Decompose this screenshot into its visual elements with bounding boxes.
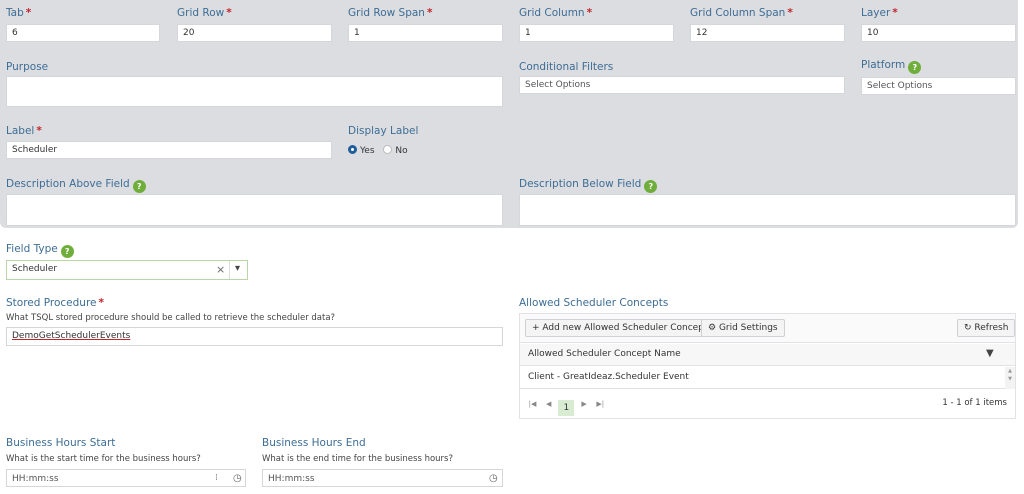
grid-header: Allowed Scheduler Concept Name ▼ xyxy=(520,344,1015,366)
platform-help-icon[interactable]: ? xyxy=(908,61,922,74)
gear-icon: ⚙ xyxy=(708,323,719,333)
prev-page-icon[interactable]: ◀ xyxy=(542,400,555,408)
table-row[interactable]: Client - GreatIdeaz.Scheduler Event xyxy=(520,367,1005,389)
grid-scrollbar[interactable]: ▲ ▼ xyxy=(1005,367,1015,389)
purpose-textarea[interactable] xyxy=(6,76,503,107)
layer-input[interactable]: 10 xyxy=(861,24,1016,42)
grid-row-span-label: Grid Row Span * xyxy=(348,7,433,19)
next-page-icon[interactable]: ▶ xyxy=(578,400,591,408)
grid-row-input[interactable]: 20 xyxy=(177,24,332,42)
grid-column-span-label: Grid Column Span * xyxy=(690,7,793,19)
grid-row-span-input[interactable]: 1 xyxy=(348,24,503,42)
layer-label: Layer * xyxy=(861,7,898,19)
field-type-dropdown[interactable]: Scheduler × ▾ xyxy=(6,260,248,280)
grid-pager: |◀ ◀ 1 ▶ ▶| 1 - 1 of 1 items xyxy=(520,390,1015,418)
description-above-help-icon[interactable]: ? xyxy=(132,180,146,193)
refresh-icon: ↻ xyxy=(964,323,975,333)
label-input[interactable]: Scheduler xyxy=(6,141,332,159)
clear-icon[interactable]: × xyxy=(216,263,225,276)
grid-column-span-input[interactable]: 12 xyxy=(690,24,845,42)
business-hours-end-help: What is the end time for the business ho… xyxy=(262,454,453,464)
tab-input[interactable]: 6 xyxy=(6,24,160,42)
business-hours-start-input[interactable]: HH:mm:ss ⁞ ◷ xyxy=(6,469,246,487)
platform-select[interactable]: Select Options xyxy=(861,77,1016,95)
last-page-icon[interactable]: ▶| xyxy=(594,400,607,408)
concept-name-cell: Client - GreatIdeaz.Scheduler Event xyxy=(528,372,689,382)
page-number[interactable]: 1 xyxy=(558,400,575,416)
tab-label: Tab * xyxy=(6,7,32,19)
description-above-label: Description Above Field? xyxy=(6,178,146,193)
business-hours-end-input[interactable]: HH:mm:ss ◷ xyxy=(262,469,503,487)
purpose-label: Purpose xyxy=(6,61,49,73)
filter-icon[interactable]: ▼ xyxy=(986,348,994,359)
business-hours-start-label: Business Hours Start xyxy=(6,437,116,449)
business-hours-start-placeholder: HH:mm:ss xyxy=(12,474,59,484)
field-type-label: Field Type? xyxy=(6,243,74,258)
first-page-icon[interactable]: |◀ xyxy=(526,400,539,408)
stored-procedure-label: Stored Procedure * xyxy=(6,297,105,309)
grid-row-label: Grid Row * xyxy=(177,7,232,19)
conditional-filters-label: Conditional Filters xyxy=(519,61,614,73)
platform-label: Platform? xyxy=(861,59,922,74)
description-below-help-icon[interactable]: ? xyxy=(644,180,658,193)
grid-settings-button[interactable]: ⚙ Grid Settings xyxy=(701,319,785,337)
label-field-label: Label * xyxy=(6,125,42,137)
pager-summary: 1 - 1 of 1 items xyxy=(942,398,1007,408)
field-type-help-icon[interactable]: ? xyxy=(60,245,74,258)
refresh-button[interactable]: ↻ Refresh xyxy=(957,319,1016,337)
stored-procedure-help: What TSQL stored procedure should be cal… xyxy=(6,313,336,323)
concepts-grid: + Add new Allowed Scheduler Concept ⚙ Gr… xyxy=(519,313,1016,419)
description-below-label: Description Below Field? xyxy=(519,178,658,193)
stored-procedure-input[interactable]: DemoGetSchedulerEvents xyxy=(6,327,503,346)
display-label-radios: Yes No xyxy=(348,145,408,156)
description-above-textarea[interactable] xyxy=(6,194,503,226)
business-hours-end-label: Business Hours End xyxy=(262,437,366,449)
display-label-yes-radio[interactable] xyxy=(348,145,357,154)
clock-icon[interactable]: ◷ xyxy=(489,472,498,485)
column-header-concept-name[interactable]: Allowed Scheduler Concept Name xyxy=(528,349,681,359)
grid-column-label: Grid Column * xyxy=(519,7,593,19)
add-concept-button[interactable]: + Add new Allowed Scheduler Concept xyxy=(525,319,715,337)
divider xyxy=(229,261,230,279)
display-label-no-radio[interactable] xyxy=(383,145,393,154)
business-hours-end-placeholder: HH:mm:ss xyxy=(268,474,315,484)
cursor-icon: ⁞ xyxy=(215,473,218,483)
field-type-value: Scheduler xyxy=(12,264,58,274)
description-below-textarea[interactable] xyxy=(519,194,1016,226)
conditional-filters-select[interactable]: Select Options xyxy=(519,76,845,94)
concepts-title: Allowed Scheduler Concepts xyxy=(519,297,669,309)
display-label-label: Display Label xyxy=(348,125,419,137)
chevron-down-icon[interactable]: ▾ xyxy=(235,263,240,274)
business-hours-start-help: What is the start time for the business … xyxy=(6,454,201,464)
clock-icon[interactable]: ◷ xyxy=(233,472,242,485)
grid-column-input[interactable]: 1 xyxy=(519,24,674,42)
